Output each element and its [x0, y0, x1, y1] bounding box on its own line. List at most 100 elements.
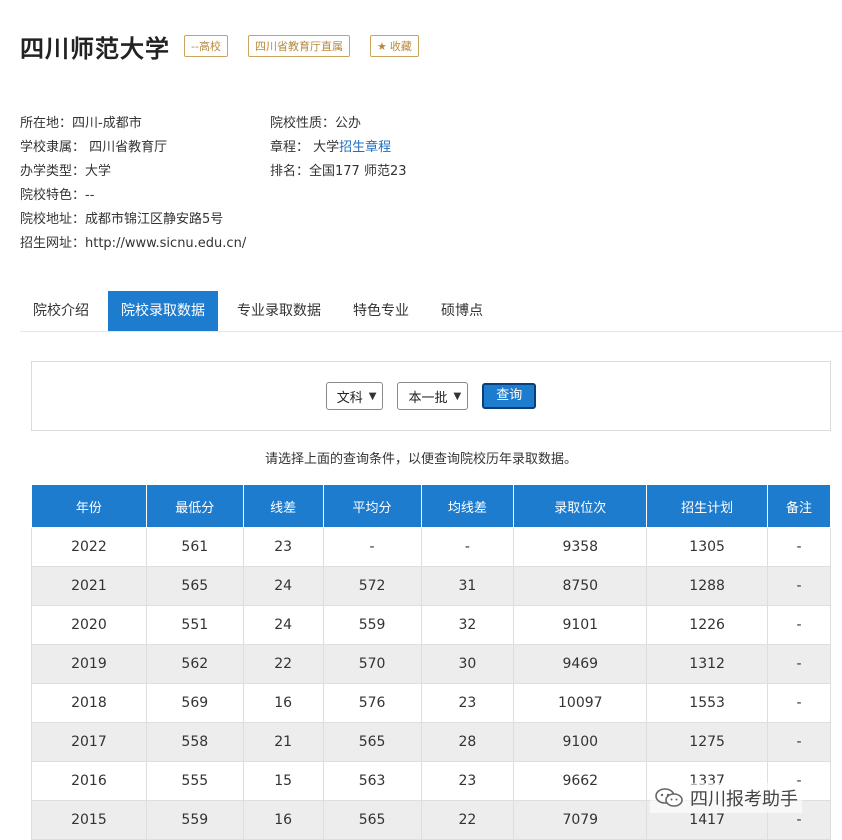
- table-row: 2019 562 22 570 30 9469 1312 -: [31, 644, 831, 684]
- cell-plan: 1226: [646, 605, 769, 645]
- favorite-button[interactable]: ★ 收藏: [369, 35, 419, 57]
- batch-select[interactable]: 本一批 ▼: [397, 382, 469, 410]
- subject-select[interactable]: 文科 ▼: [325, 382, 384, 410]
- cell-year: 2022: [31, 527, 147, 567]
- header-avg-line-diff: 均线差: [420, 484, 515, 528]
- cell-avg-score: 565: [322, 722, 422, 762]
- tab-bar: 院校介绍 院校录取数据 专业录取数据 特色专业 硕博点: [20, 291, 842, 332]
- tab-major-data[interactable]: 专业录取数据: [224, 291, 334, 331]
- cell-plan: 1312: [646, 644, 769, 684]
- cell-avg-score: -: [322, 527, 422, 567]
- cell-note: -: [767, 722, 831, 762]
- table-row: 2020 551 24 559 32 9101 1226 -: [31, 605, 831, 645]
- subject-select-value: 文科: [336, 390, 363, 406]
- table-row: 2021 565 24 572 31 8750 1288 -: [31, 566, 831, 606]
- query-button[interactable]: 查询: [482, 383, 537, 409]
- charter-link[interactable]: 招生章程: [339, 140, 391, 155]
- batch-select-value: 本一批: [408, 390, 448, 406]
- header-plan: 招生计划: [646, 484, 769, 528]
- info-ranking: 排名：全国177 师范23: [270, 164, 407, 179]
- cell-line-diff: 15: [242, 761, 324, 801]
- header-avg-score: 平均分: [322, 484, 422, 528]
- chevron-down-icon: ▼: [368, 390, 377, 402]
- star-icon: ★: [376, 39, 387, 53]
- info-website: 招生网址：http://www.sicnu.edu.cn/: [20, 236, 247, 251]
- tab-intro[interactable]: 院校介绍: [20, 291, 102, 331]
- cell-avg-line-diff: 30: [420, 644, 515, 684]
- cell-line-diff: 24: [242, 566, 324, 606]
- info-feature: 院校特色：--: [20, 188, 95, 203]
- cell-note: -: [767, 644, 831, 684]
- info-nature: 院校性质：公办: [270, 116, 362, 131]
- charter-prefix: 章程： 大学: [270, 140, 340, 155]
- cell-min-score: 555: [145, 761, 244, 801]
- cell-note: -: [767, 683, 831, 723]
- cell-min-score: 562: [145, 644, 244, 684]
- level-tag: --高校: [184, 35, 228, 57]
- cell-rank: 9358: [513, 527, 648, 567]
- cell-note: -: [767, 566, 831, 606]
- table-row: 2022 561 23 - - 9358 1305 -: [31, 527, 831, 567]
- cell-line-diff: 16: [242, 800, 324, 840]
- header-rank: 录取位次: [513, 484, 648, 528]
- cell-avg-line-diff: 22: [420, 800, 515, 840]
- cell-avg-score: 565: [322, 800, 422, 840]
- cell-avg-score: 563: [322, 761, 422, 801]
- info-charter: 章程： 大学招生章程: [270, 136, 407, 160]
- tab-admission-data[interactable]: 院校录取数据: [108, 291, 218, 331]
- watermark: 四川报考助手: [650, 783, 802, 813]
- header-note: 备注: [767, 484, 831, 528]
- cell-avg-line-diff: 23: [420, 761, 515, 801]
- table-header-row: 年份 最低分 线差 平均分 均线差 录取位次 招生计划 备注: [31, 484, 831, 528]
- cell-avg-score: 559: [322, 605, 422, 645]
- cell-min-score: 561: [145, 527, 244, 567]
- page-header: 四川师范大学 --高校 四川省教育厅直属 ★ 收藏: [20, 28, 439, 64]
- header-min-score: 最低分: [145, 484, 244, 528]
- cell-plan: 1305: [646, 527, 769, 567]
- cell-line-diff: 21: [242, 722, 324, 762]
- cell-rank: 9469: [513, 644, 648, 684]
- wechat-icon: [655, 788, 683, 807]
- cell-avg-line-diff: 32: [420, 605, 515, 645]
- info-address: 院校地址：成都市锦江区静安路5号: [20, 212, 224, 227]
- cell-rank: 8750: [513, 566, 648, 606]
- cell-avg-line-diff: 28: [420, 722, 515, 762]
- favorite-label: 收藏: [389, 40, 412, 53]
- cell-rank: 10097: [513, 683, 648, 723]
- cell-avg-line-diff: -: [420, 527, 515, 567]
- cell-rank: 9100: [513, 722, 648, 762]
- cell-line-diff: 24: [242, 605, 324, 645]
- tab-graduate-programs[interactable]: 硕博点: [428, 291, 496, 331]
- table-row: 2018 569 16 576 23 10097 1553 -: [31, 683, 831, 723]
- cell-year: 2016: [31, 761, 147, 801]
- school-info-left: 所在地：四川-成都市 学校隶属： 四川省教育厅 办学类型：大学 院校特色：-- …: [20, 112, 246, 256]
- query-hint: 请选择上面的查询条件，以便查询院校历年录取数据。: [264, 452, 577, 467]
- info-affiliation: 学校隶属： 四川省教育厅: [20, 140, 168, 155]
- cell-line-diff: 23: [242, 527, 324, 567]
- cell-avg-score: 576: [322, 683, 422, 723]
- cell-avg-line-diff: 31: [420, 566, 515, 606]
- cell-plan: 1275: [646, 722, 769, 762]
- page-title: 四川师范大学: [20, 34, 170, 63]
- cell-rank: 9101: [513, 605, 648, 645]
- cell-year: 2015: [31, 800, 147, 840]
- cell-min-score: 565: [145, 566, 244, 606]
- cell-year: 2017: [31, 722, 147, 762]
- tab-featured-majors[interactable]: 特色专业: [340, 291, 422, 331]
- affiliation-tag: 四川省教育厅直属: [247, 35, 350, 57]
- cell-min-score: 558: [145, 722, 244, 762]
- chevron-down-icon: ▼: [453, 390, 462, 402]
- cell-rank: 9662: [513, 761, 648, 801]
- cell-avg-score: 572: [322, 566, 422, 606]
- info-location: 所在地：四川-成都市: [20, 116, 142, 131]
- cell-line-diff: 22: [242, 644, 324, 684]
- school-info-right: 院校性质：公办 章程： 大学招生章程 排名：全国177 师范23: [270, 112, 407, 184]
- cell-min-score: 569: [145, 683, 244, 723]
- cell-note: -: [767, 605, 831, 645]
- cell-line-diff: 16: [242, 683, 324, 723]
- cell-plan: 1288: [646, 566, 769, 606]
- cell-year: 2020: [31, 605, 147, 645]
- cell-avg-line-diff: 23: [420, 683, 515, 723]
- header-year: 年份: [31, 484, 147, 528]
- cell-min-score: 559: [145, 800, 244, 840]
